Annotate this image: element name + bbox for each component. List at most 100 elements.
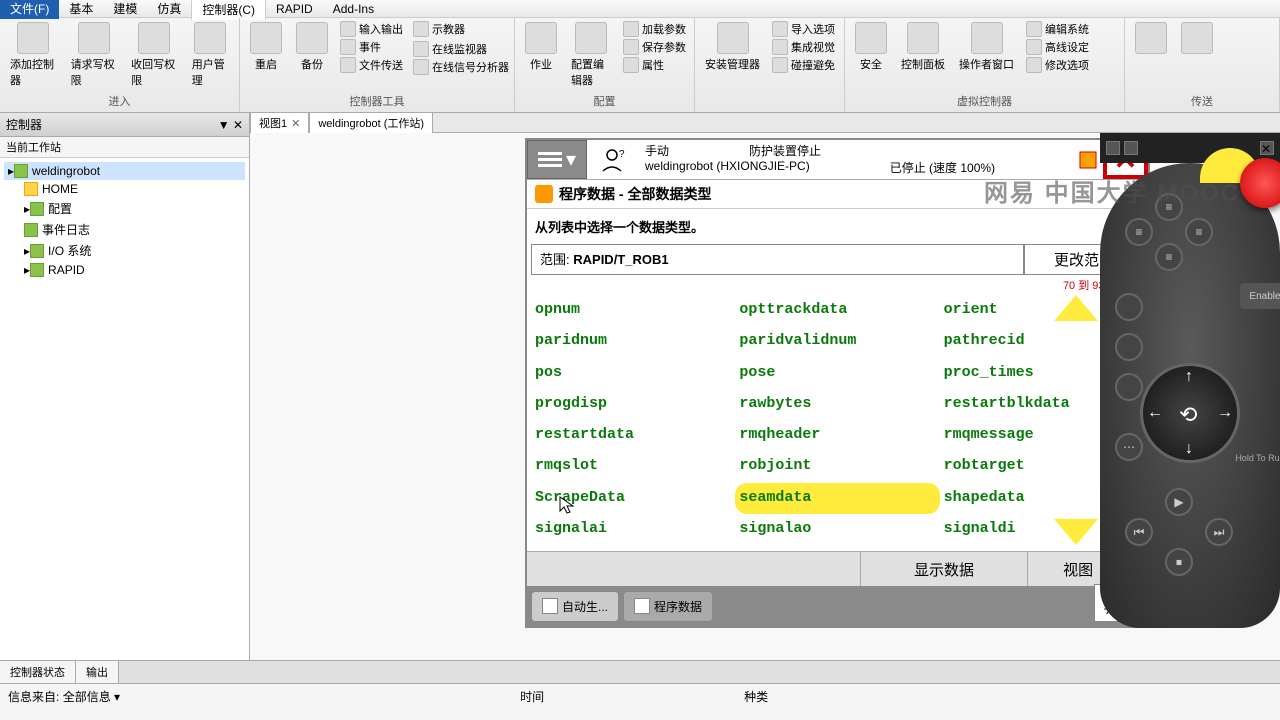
win-max-icon[interactable] [1124,141,1138,155]
menu-controller[interactable]: 控制器(C) [191,0,266,20]
page-up-button[interactable] [1054,295,1098,321]
menu-addins[interactable]: Add-Ins [323,0,384,18]
tab-view1[interactable]: 视图1✕ [250,112,309,133]
import-opts-button[interactable]: 导入选项 [768,20,839,38]
page-down-button[interactable] [1054,519,1098,545]
filetrans-button[interactable]: 文件传送 [336,56,407,74]
request-write-button[interactable]: 请求写权限 [65,20,124,90]
data-type-robjoint[interactable]: robjoint [735,451,939,482]
online-monitor-button[interactable]: 在线监视器 [409,40,513,58]
config-editor-button[interactable]: 配置编辑器 [565,20,617,90]
left-panel: 控制器 ▼ ✕ 当前工作站 ▸weldingrobot HOME ▸配置 事件日… [0,113,250,660]
pendant-user-icon[interactable]: ? [587,140,637,179]
btab-ctrl-status[interactable]: 控制器状态 [0,661,76,683]
user-mgmt-button[interactable]: 用户管理 [186,20,235,90]
side-btn-3[interactable] [1115,373,1143,401]
main-area: 控制器 ▼ ✕ 当前工作站 ▸weldingrobot HOME ▸配置 事件日… [0,113,1280,660]
data-type-rawbytes[interactable]: rawbytes [735,389,939,420]
ctrl-btn-d[interactable]: ≡ [1155,243,1183,271]
data-type-seamdata[interactable]: seamdata [735,483,939,514]
pendant-instruction: 从列表中选择一个数据类型。 [527,209,1148,244]
enable-button[interactable]: Enable [1240,283,1280,309]
menu-file[interactable]: 文件(F) [0,0,59,19]
menu-rapid[interactable]: RAPID [266,0,323,18]
safety-button[interactable]: 安全 [849,20,893,74]
ctrl-panel-button[interactable]: 控制面板 [895,20,951,74]
estop-button[interactable] [1240,158,1280,208]
data-type-rmqslot[interactable]: rmqslot [531,451,735,482]
side-btn-4[interactable]: ⋯ [1115,433,1143,461]
scope-field: 范围: RAPID/T_ROB1 [531,244,1024,275]
show-data-button[interactable]: 显示数据 [860,552,1027,586]
step-back-button[interactable]: ⏮ [1125,518,1153,546]
events-button[interactable]: 事件 [336,38,407,56]
data-type-pose[interactable]: pose [735,358,939,389]
data-type-pos[interactable]: pos [531,358,735,389]
data-type-signalai[interactable]: signalai [531,514,735,545]
save-params-button[interactable]: 保存参数 [619,38,690,56]
data-type-progdisp[interactable]: progdisp [531,389,735,420]
document-tabs: 视图1✕ weldingrobot (工作站) [250,113,1280,133]
data-type-ScrapeData[interactable]: ScrapeData [531,483,735,514]
collision-button[interactable]: 碰撞避免 [768,56,839,74]
operator-win-button[interactable]: 操作者窗口 [953,20,1020,74]
center-panel: 视图1✕ weldingrobot (工作站) 网易 中国大学 MOOC ▾ ?… [250,113,1280,660]
btab-output[interactable]: 输出 [76,661,119,683]
side-btn-1[interactable] [1115,293,1143,321]
tree-io[interactable]: ▸I/O 系统 [4,240,245,261]
ctrl-btn-b[interactable]: ≡ [1125,218,1153,246]
win-min-icon[interactable] [1106,141,1120,155]
data-type-rmqheader[interactable]: rmqheader [735,420,939,451]
workspace: 网易 中国大学 MOOC ▾ ? 手动防护装置停止 weldingrobot (… [250,133,1280,660]
install-mgr-button[interactable]: 安装管理器 [699,20,766,74]
data-type-opttrackdata[interactable]: opttrackdata [735,295,939,326]
transfer1-button[interactable] [1129,20,1173,58]
controller-panel-header: 控制器 ▼ ✕ [0,113,249,137]
restart-button[interactable]: 重启 [244,20,288,74]
signal-analyzer-button[interactable]: 在线信号分析器 [409,58,513,76]
data-type-grid: opnumopttrackdataorientparidnumparidvali… [527,295,1148,545]
data-icon [535,185,553,203]
tree-config[interactable]: ▸配置 [4,198,245,219]
offline-button[interactable]: 高线设定 [1022,38,1093,56]
menu-sim[interactable]: 仿真 [147,0,191,19]
menu-basic[interactable]: 基本 [59,0,103,19]
pendant-footer: 显示数据 视图 ▴ [527,551,1148,586]
tree-home[interactable]: HOME [4,180,245,198]
data-type-opnum[interactable]: opnum [531,295,735,326]
play-button[interactable]: ▶ [1165,488,1193,516]
tree-weldingrobot[interactable]: ▸weldingrobot [4,162,245,180]
stop-button[interactable]: ⏹ [1165,548,1193,576]
ctrl-btn-c[interactable]: ≡ [1185,218,1213,246]
pendant-taskbar: 自动生... 程序数据 ROB_1 ⅓ ⟳ [527,586,1148,626]
pendant-button[interactable]: 示教器 [409,20,513,38]
integ-vision-button[interactable]: 集成视觉 [768,38,839,56]
transfer2-button[interactable] [1175,20,1219,58]
edit-sys-button[interactable]: 编辑系统 [1022,20,1093,38]
jobs-button[interactable]: 作业 [519,20,563,74]
tree-rapid[interactable]: ▸RAPID [4,261,245,279]
data-type-restartdata[interactable]: restartdata [531,420,735,451]
props-button[interactable]: 属性 [619,56,690,74]
data-type-paridvalidnum[interactable]: paridvalidnum [735,326,939,357]
pendant-menu-button[interactable]: ▾ [527,140,587,179]
data-type-paridnum[interactable]: paridnum [531,326,735,357]
ptab-progdata[interactable]: 程序数据 [623,591,713,622]
close-icon[interactable]: ✕ [291,117,300,130]
step-fwd-button[interactable]: ⏭ [1205,518,1233,546]
tree-eventlog[interactable]: 事件日志 [4,219,245,240]
win-close-icon[interactable]: ✕ [1260,141,1274,155]
backup-button[interactable]: 备份 [290,20,334,74]
load-params-button[interactable]: 加载参数 [619,20,690,38]
io-button[interactable]: 输入输出 [336,20,407,38]
modify-opts-button[interactable]: 修改选项 [1022,56,1093,74]
data-type-signalao[interactable]: signalao [735,514,939,545]
flexpendant: ▾ ? 手动防护装置停止 weldingrobot (HXIONGJIE-PC)… [525,138,1150,628]
ptab-auto[interactable]: 自动生... [531,591,619,622]
add-controller-button[interactable]: 添加控制器 [4,20,63,90]
menu-model[interactable]: 建模 [103,0,147,19]
side-btn-2[interactable] [1115,333,1143,361]
tab-weldingrobot[interactable]: weldingrobot (工作站) [309,112,433,133]
revoke-write-button[interactable]: 收回写权限 [125,20,184,90]
hold-to-run-button[interactable]: Hold To Run [1225,448,1280,468]
